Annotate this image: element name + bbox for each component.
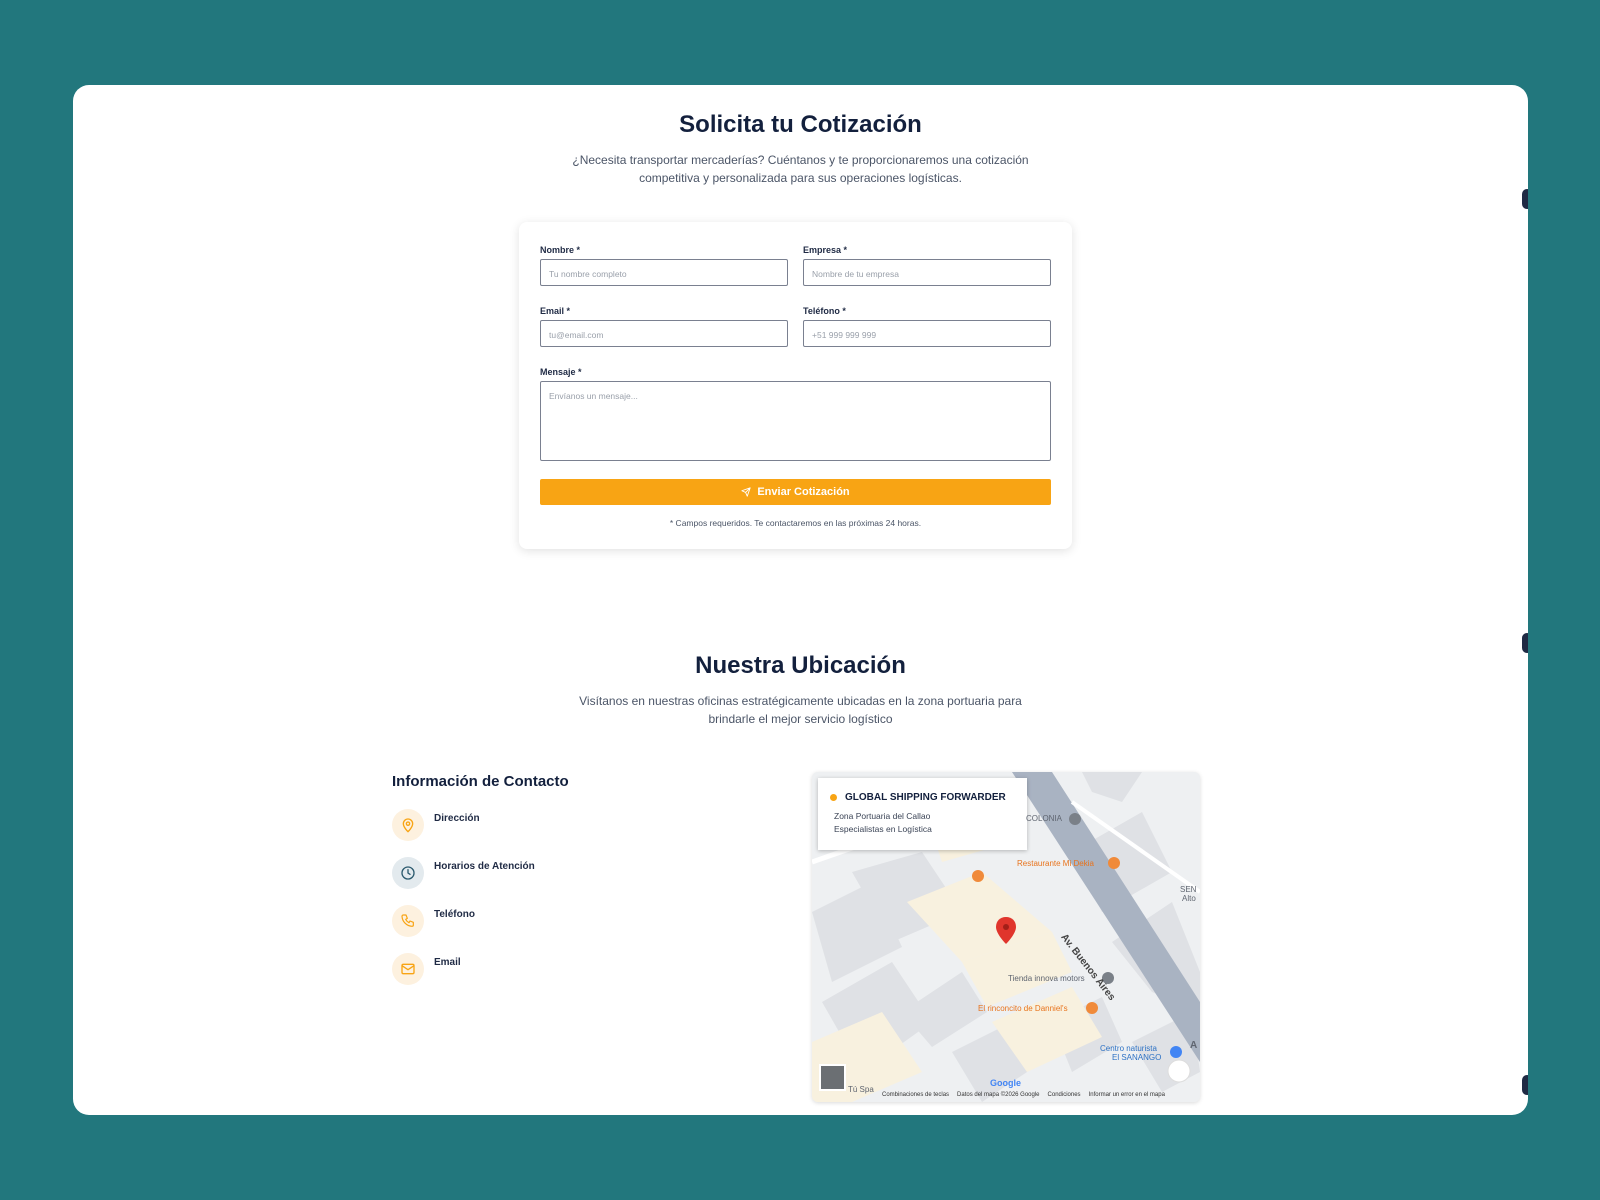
popup-line: Zona Portuaria del Callao <box>834 811 931 821</box>
map-footer-link[interactable]: Informar un error en el mapa <box>1089 1092 1165 1098</box>
empresa-input[interactable]: Nombre de tu empresa <box>803 259 1051 286</box>
contact-label: Dirección <box>434 813 480 824</box>
submit-quote-button[interactable]: Enviar Cotización <box>540 479 1051 505</box>
quote-title: Solicita tu Cotización <box>679 111 922 138</box>
popup-line: Especialistas en Logística <box>834 824 932 834</box>
telefono-label: Teléfono * <box>803 306 846 316</box>
location-title: Nuestra Ubicación <box>695 652 906 679</box>
map-label: Restaurante Mi Dekia <box>1017 859 1094 868</box>
scroll-marker <box>1522 1075 1528 1095</box>
contact-label: Horarios de Atención <box>434 861 535 872</box>
contact-info-title: Información de Contacto <box>392 773 569 790</box>
clock-icon <box>392 857 424 889</box>
map-info-popup: GLOBAL SHIPPING FORWARDER Zona Portuaria… <box>818 778 1027 850</box>
quote-form: Nombre * Tu nombre completo Empresa * No… <box>519 222 1072 549</box>
content-card: Solicita tu Cotización ¿Necesita transpo… <box>73 85 1528 1115</box>
map-label: Tú Spa <box>848 1085 874 1094</box>
google-logo: Google <box>990 1078 1021 1088</box>
map-label: A <box>1190 1040 1198 1051</box>
google-logo-text: Google <box>990 1078 1021 1088</box>
empresa-label: Empresa * <box>803 245 848 255</box>
map-label: El SANANGO <box>1112 1053 1162 1062</box>
map-label: COLONIA <box>1026 814 1063 823</box>
email-input[interactable]: tu@email.com <box>540 320 788 347</box>
nombre-label: Nombre * <box>540 245 581 255</box>
scroll-marker <box>1522 189 1528 209</box>
quote-subtitle: ¿Necesita transportar mercaderías? Cuént… <box>572 153 1029 185</box>
map-label: Tienda innova motors <box>1008 974 1085 983</box>
map-footer-link[interactable]: Condiciones <box>1048 1092 1081 1098</box>
scroll-marker <box>1522 633 1528 653</box>
telefono-input[interactable]: +51 999 999 999 <box>803 320 1051 347</box>
nombre-input[interactable]: Tu nombre completo <box>540 259 788 286</box>
location-map[interactable]: GLOBAL SHIPPING FORWARDER Zona Portuaria… <box>812 772 1200 1102</box>
contact-item-phone: Teléfono <box>392 905 475 937</box>
map-footer: Combinaciones de teclas Datos del mapa ©… <box>882 1092 1165 1098</box>
status-dot <box>830 794 837 801</box>
map-footer-text: Datos del mapa ©2026 Google <box>957 1092 1040 1098</box>
map-footer-link[interactable]: Combinaciones de teclas <box>882 1092 949 1098</box>
send-icon <box>741 487 751 497</box>
contact-label: Teléfono <box>434 909 475 920</box>
phone-icon <box>392 905 424 937</box>
mensaje-label: Mensaje * <box>540 367 582 377</box>
form-note: * Campos requeridos. Te contactaremos en… <box>669 518 922 528</box>
popup-title: GLOBAL SHIPPING FORWARDER <box>845 792 1006 803</box>
map-label: Alto <box>1182 894 1196 903</box>
mensaje-textarea[interactable]: Envíanos un mensaje... <box>540 381 1051 461</box>
contact-item-address: Dirección <box>392 809 480 841</box>
email-label: Email * <box>540 306 571 316</box>
map-label: El rinconcito de Danniel's <box>978 1004 1068 1013</box>
location-subtitle: Visítanos en nuestras oficinas estratégi… <box>579 694 1022 726</box>
contact-item-hours: Horarios de Atención <box>392 857 535 889</box>
map-label: Centro naturista <box>1100 1044 1157 1053</box>
map-label: SEN <box>1180 885 1197 894</box>
map-pin-icon <box>392 809 424 841</box>
mail-icon <box>392 953 424 985</box>
submit-label: Enviar Cotización <box>757 486 850 498</box>
contact-item-email: Email <box>392 953 461 985</box>
contact-label: Email <box>434 957 461 968</box>
